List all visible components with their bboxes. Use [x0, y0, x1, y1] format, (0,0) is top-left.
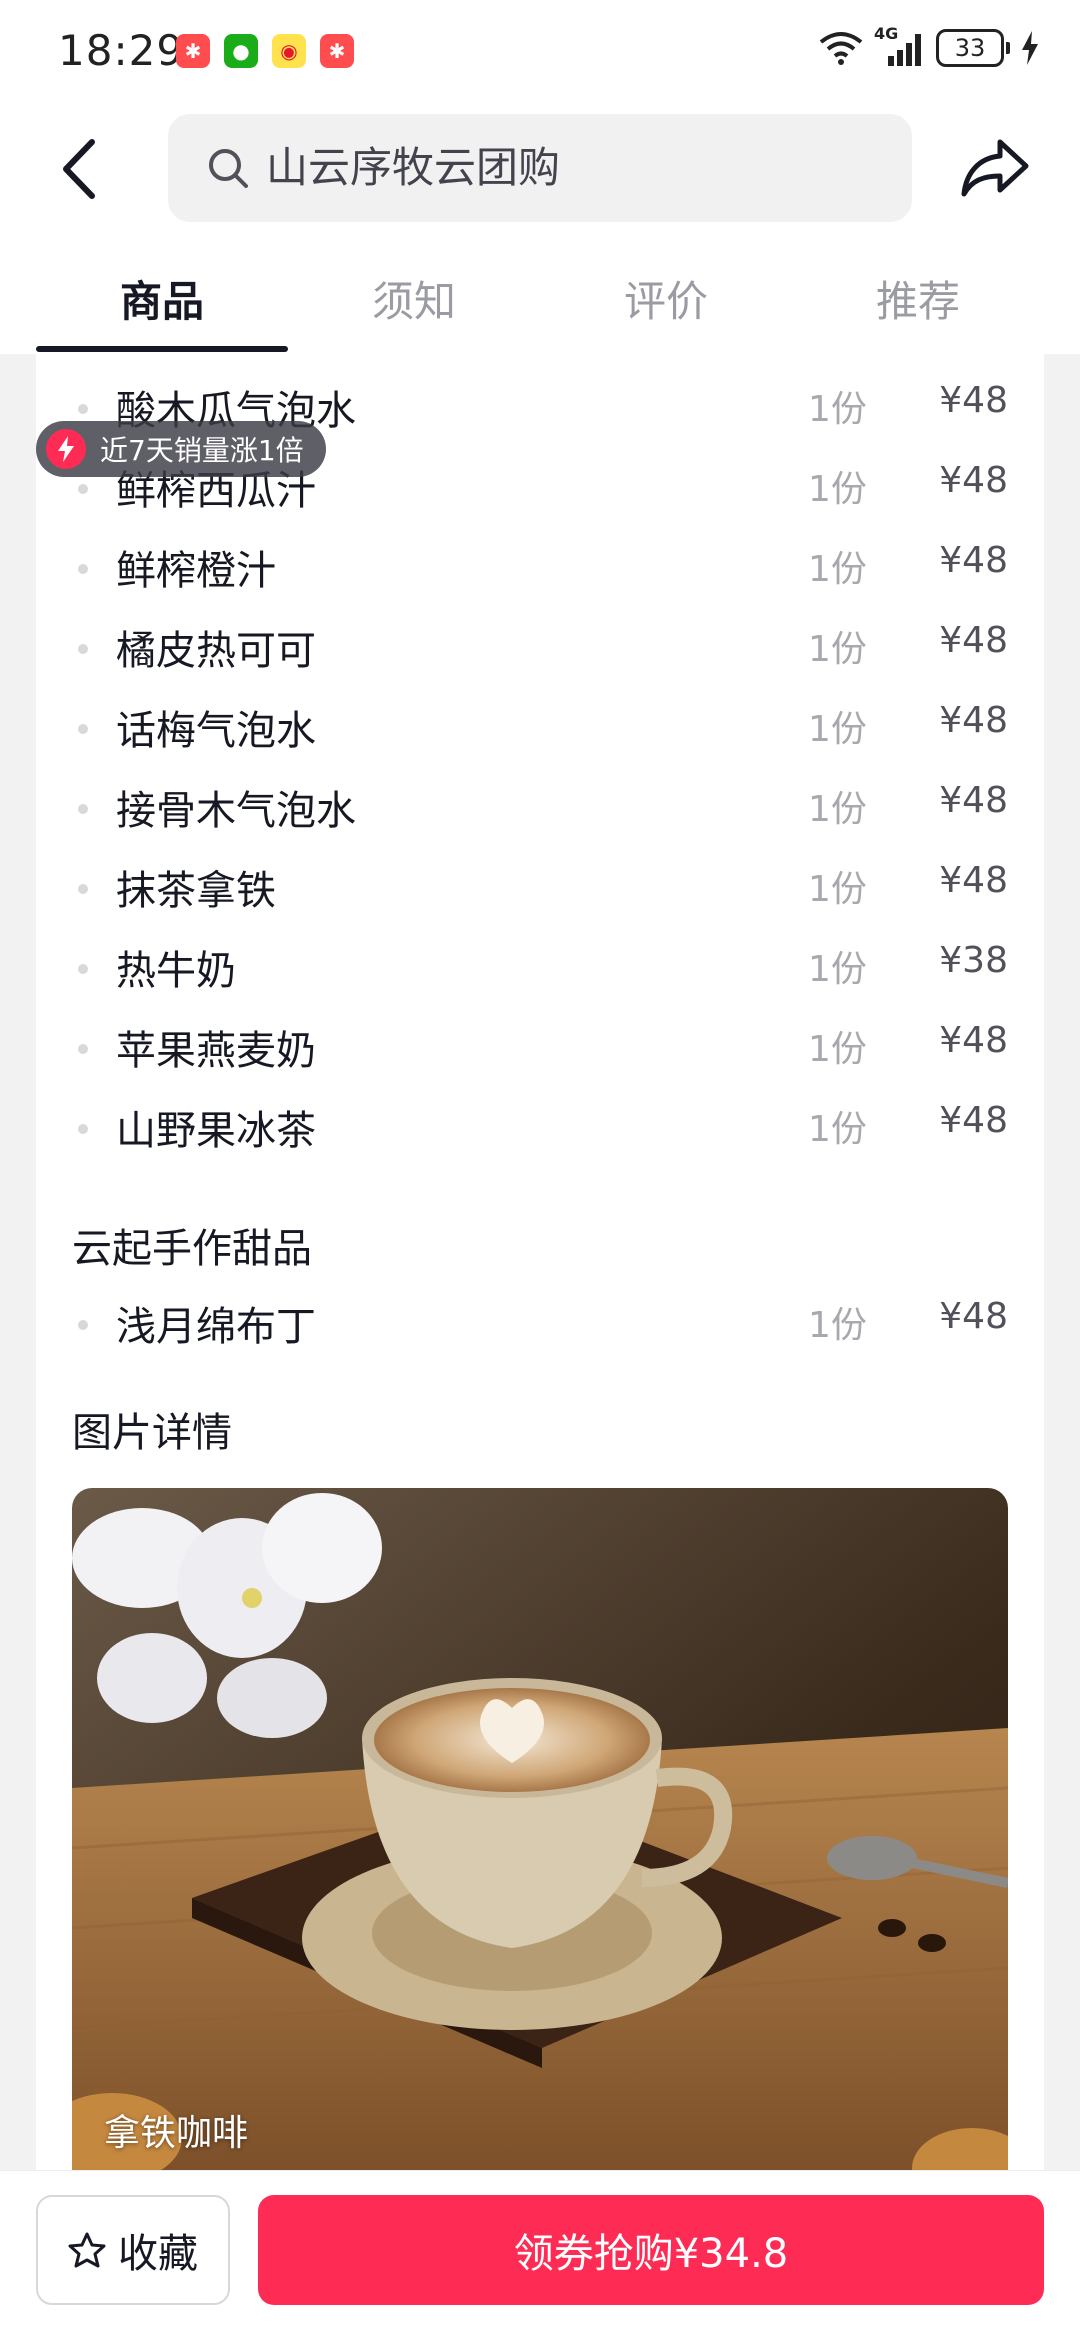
buy-with-coupon-button[interactable]: 领券抢购¥34.8	[258, 2195, 1044, 2305]
item-price: ¥48	[939, 620, 1008, 661]
item-price: ¥48	[939, 860, 1008, 901]
share-icon	[961, 139, 1029, 197]
signal-icon: 4G	[874, 24, 926, 68]
item-name: 浅月绵布丁	[116, 1304, 316, 1350]
bullet-dot	[78, 884, 88, 894]
item-price: ¥48	[939, 460, 1008, 501]
goods-card: 酸木瓜气泡水 1份 ¥48 鲜榨西瓜汁 1份 ¥48 鲜榨橙汁 1份 ¥48 橘…	[36, 354, 1044, 2170]
lightning-icon	[46, 429, 86, 469]
app-notification-icon: ✱	[320, 34, 354, 68]
star-icon	[68, 2232, 106, 2268]
list-item: 浅月绵布丁 1份 ¥48	[36, 1284, 1044, 1364]
list-item: 抹茶拿铁 1份 ¥48	[36, 848, 1044, 928]
app-notification-icon: ✱	[176, 34, 210, 68]
item-price: ¥48	[939, 380, 1008, 421]
item-name: 山野果冰茶	[116, 1108, 316, 1154]
bullet-dot	[78, 644, 88, 654]
item-name: 橘皮热可可	[116, 628, 316, 674]
charging-icon	[1022, 31, 1038, 65]
bullet-dot	[78, 964, 88, 974]
item-quantity: 1份	[808, 709, 867, 750]
battery-icon: 33	[936, 29, 1004, 67]
list-item: 热牛奶 1份 ¥38	[36, 928, 1044, 1008]
bullet-dot	[78, 1320, 88, 1330]
item-price: ¥48	[939, 1100, 1008, 1141]
list-item: 接骨木气泡水 1份 ¥48	[36, 768, 1044, 848]
bullet-dot	[78, 484, 88, 494]
list-item: 鲜榨橙汁 1份 ¥48	[36, 528, 1044, 608]
back-button[interactable]	[56, 134, 104, 204]
item-quantity: 1份	[808, 1305, 867, 1346]
tab-recommend[interactable]: 推荐	[818, 268, 1018, 329]
search-bar[interactable]: 山云序牧云团购	[168, 114, 912, 222]
item-price: ¥48	[939, 1296, 1008, 1337]
status-time: 18:29	[58, 26, 185, 75]
tab-notice[interactable]: 须知	[314, 268, 514, 329]
favorite-label: 收藏	[118, 2231, 198, 2277]
item-quantity: 1份	[808, 949, 867, 990]
item-quantity: 1份	[808, 789, 867, 830]
item-name: 苹果燕麦奶	[116, 1028, 316, 1074]
latte-photo-image	[72, 1488, 1008, 2170]
list-item: 橘皮热可可 1份 ¥48	[36, 608, 1044, 688]
favorite-button[interactable]: 收藏	[36, 2195, 230, 2305]
section-title-photos: 图片详情	[72, 1410, 232, 1456]
active-tab-indicator	[36, 346, 288, 352]
tab-reviews[interactable]: 评价	[566, 268, 766, 329]
wifi-icon	[819, 32, 863, 65]
header: 山云序牧云团购	[0, 100, 1080, 238]
status-bar: 18:29 ✱ ● ◉ ✱ 4G 33	[0, 0, 1080, 100]
bullet-dot	[78, 404, 88, 414]
search-icon	[209, 149, 248, 188]
item-name: 热牛奶	[116, 948, 236, 994]
item-name: 话梅气泡水	[116, 708, 316, 754]
item-name: 接骨木气泡水	[116, 788, 356, 834]
bullet-dot	[78, 1044, 88, 1054]
item-price: ¥48	[939, 700, 1008, 741]
bullet-dot	[78, 564, 88, 574]
item-price: ¥48	[939, 1020, 1008, 1061]
section-title-desserts: 云起手作甜品	[72, 1226, 312, 1272]
bottom-action-bar: 收藏 领券抢购¥34.8	[0, 2170, 1080, 2341]
bullet-dot	[78, 1124, 88, 1134]
tab-bar: 商品 须知 评价 推荐	[0, 238, 1080, 354]
bullet-dot	[78, 724, 88, 734]
battery-tip	[1006, 42, 1010, 54]
back-arrow-icon	[63, 139, 95, 199]
tab-goods[interactable]: 商品	[62, 268, 262, 329]
item-quantity: 1份	[808, 389, 867, 430]
search-query: 山云序牧云团购	[266, 143, 561, 192]
photo-caption: 拿铁咖啡	[104, 2113, 249, 2154]
item-quantity: 1份	[808, 869, 867, 910]
item-quantity: 1份	[808, 549, 867, 590]
list-item: 山野果冰茶 1份 ¥48	[36, 1088, 1044, 1168]
sales-promo-badge: 近7天销量涨1倍	[36, 421, 326, 477]
detail-photo[interactable]: 拿铁咖啡	[72, 1488, 1008, 2170]
item-name: 抹茶拿铁	[116, 868, 276, 914]
bullet-dot	[78, 804, 88, 814]
item-name: 鲜榨橙汁	[116, 548, 276, 594]
item-quantity: 1份	[808, 1109, 867, 1150]
system-icons: 4G 33	[818, 24, 1040, 68]
share-button[interactable]	[960, 136, 1030, 202]
promo-text: 近7天销量涨1倍	[100, 434, 304, 467]
list-item: 话梅气泡水 1份 ¥48	[36, 688, 1044, 768]
item-price: ¥48	[939, 540, 1008, 581]
list-item: 苹果燕麦奶 1份 ¥48	[36, 1008, 1044, 1088]
wechat-icon: ●	[224, 34, 258, 68]
item-quantity: 1份	[808, 469, 867, 510]
weibo-icon: ◉	[272, 34, 306, 68]
item-price: ¥48	[939, 780, 1008, 821]
item-quantity: 1份	[808, 629, 867, 670]
item-price: ¥38	[939, 940, 1008, 981]
item-quantity: 1份	[808, 1029, 867, 1070]
notification-icons: ✱ ● ◉ ✱	[176, 34, 354, 68]
